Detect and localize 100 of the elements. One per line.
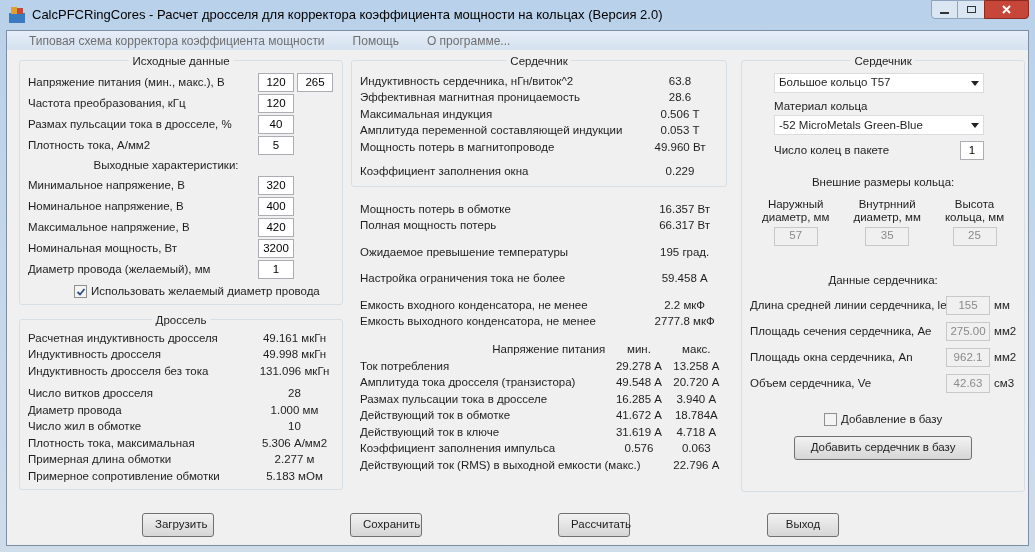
column-header: мин.	[626, 342, 652, 358]
result-value: 5.306 А/мм2	[261, 435, 329, 451]
push-button[interactable]: Сохранить	[350, 513, 422, 537]
field-label: Длина средней линии сердечника, le	[750, 298, 946, 314]
menu-item[interactable]: Типовая схема корректора коэффициента мощности	[29, 31, 325, 50]
result-value: 49.548 А	[614, 375, 663, 391]
result-label: Число витков дросселя	[28, 386, 154, 402]
text-field[interactable]: 1	[258, 260, 294, 279]
unit-label: см3	[994, 376, 1015, 392]
text-field[interactable]: 120	[258, 73, 294, 92]
result-value: 28.6	[667, 90, 693, 106]
result-value: 5.183 мОм	[265, 468, 324, 484]
result-value: 41.672 А	[614, 408, 663, 424]
checkbox-label: Использовать желаемый диаметр провода	[91, 284, 320, 299]
text-field[interactable]: 120	[258, 94, 294, 113]
result-label: Емкость выходного конденсатора, не менее	[360, 314, 597, 330]
minimize-button[interactable]	[931, 0, 958, 19]
field-label: Объем сердечника, Ve	[750, 376, 873, 392]
text-field[interactable]: 265	[297, 73, 333, 92]
result-label: Настройка ограничения тока не более	[360, 271, 567, 287]
result-label: Амплитуда переменной составляющей индукции	[360, 123, 624, 139]
text-field[interactable]: 5	[258, 136, 294, 155]
result-label: Примерное сопротивление обмотки	[28, 468, 221, 484]
result-value: 0.063	[680, 441, 712, 457]
result-value: 4.718 А	[675, 424, 718, 440]
field-label: Площадь сечения сердечника, Ae	[750, 324, 933, 340]
result-label: Емкость входного конденсатора, не менее	[360, 297, 589, 313]
result-label: Ток потребления	[360, 358, 451, 374]
result-label: Индуктивность сердечника, нГн/виток^2	[360, 73, 575, 89]
check-icon	[75, 286, 86, 297]
field-label: Напряжение питания (мин., макс.), В	[28, 74, 226, 90]
text-field[interactable]: 1	[960, 141, 984, 161]
field-label: Материал кольца	[774, 99, 868, 114]
field-label: Частота преобразования, кГц	[28, 95, 187, 111]
field-label: Диаметр провода (желаемый), мм	[28, 261, 212, 277]
result-label: Расчетная индуктивность дросселя	[28, 330, 219, 346]
caret-icon	[971, 80, 979, 86]
text-field[interactable]: 40	[258, 115, 294, 134]
result-label: Примерная длина обмотки	[28, 452, 173, 468]
result-label: Ожидаемое превышение температуры	[360, 244, 570, 260]
text-field[interactable]: 320	[258, 176, 294, 195]
dropdown[interactable]: Большое кольцо T57	[774, 73, 984, 93]
section-subtitle: Данные сердечника:	[828, 272, 938, 288]
close-icon	[1002, 5, 1011, 14]
checkbox-label: Добавление в базу	[841, 411, 943, 427]
dropdown[interactable]: -52 MicroMetals Green-Blue	[774, 115, 984, 136]
checkbox[interactable]	[74, 285, 87, 299]
result-value: 31.619 А	[614, 424, 663, 440]
text-field[interactable]: 420	[258, 218, 294, 237]
result-label: Индуктивность дросселя без тока	[28, 363, 210, 379]
menu-item[interactable]: Помощь	[352, 31, 399, 50]
window-title: CalcPFCRingCores - Расчет дросселя для корректора коэффициента мощности на кольцах (Версия 2.0)	[32, 6, 663, 25]
result-value: 13.258 А	[672, 358, 721, 374]
field-label: Наружный диаметр, мм	[762, 197, 830, 224]
maximize-button[interactable]	[958, 0, 984, 19]
result-value: 16.285 А	[614, 391, 663, 407]
result-value: 195 град.	[659, 244, 711, 260]
section-subtitle: Внешние размеры кольца:	[811, 175, 955, 191]
result-value: 0.506 Т	[659, 106, 701, 122]
result-value: 59.458 А	[660, 271, 709, 287]
result-value: 131.096 мкГн	[258, 363, 331, 379]
result-label: Мощность потерь в обмотке	[360, 201, 512, 217]
result-value: 10	[287, 419, 302, 435]
result-label: Действующий ток в ключе	[360, 424, 501, 440]
result-label: Диаметр провода	[28, 402, 123, 418]
result-value: 22.796 А	[672, 457, 721, 473]
result-value: 49.998 мкГн	[261, 347, 328, 363]
app-icon	[8, 6, 26, 24]
result-value: 1.000 мм	[269, 402, 320, 418]
section-subtitle: Выходные характеристики:	[92, 158, 240, 173]
result-label: Максимальная индукция	[360, 106, 494, 122]
push-button[interactable]: Выход	[767, 513, 839, 537]
unit-label: мм2	[994, 350, 1017, 366]
result-label: Размах пульсации тока в дросселе	[360, 391, 549, 407]
checkbox[interactable]	[824, 412, 838, 426]
field-label: Плотность тока, А/мм2	[28, 137, 152, 153]
result-label: Действующий ток в обмотке	[360, 408, 512, 424]
result-label: Индуктивность дросселя	[28, 347, 162, 363]
result-value: 3.940 А	[675, 391, 718, 407]
result-value: 2777.8 мкФ	[653, 314, 716, 330]
field-label: Высота кольца, мм	[944, 197, 1005, 224]
close-button[interactable]	[984, 0, 1029, 19]
result-label: Амплитуда тока дросселя (транзистора)	[360, 375, 577, 391]
push-button[interactable]: Загрузить	[142, 513, 214, 537]
result-value: 2.277 м	[273, 452, 316, 468]
result-value: 28	[287, 386, 302, 402]
result-label: Плотность тока, максимальная	[28, 435, 196, 451]
menu-item[interactable]: О программе...	[426, 31, 511, 50]
text-field[interactable]: 3200	[258, 239, 294, 258]
result-label: Эффективная магнитная проницаемость	[360, 90, 581, 106]
result-label: Полная мощность потерь	[360, 218, 498, 234]
field-label: Число колец в пакете	[774, 143, 890, 159]
unit-label: мм2	[994, 324, 1017, 340]
result-value: 18.784А	[673, 408, 719, 424]
result-value: 63.8	[667, 73, 693, 89]
text-field[interactable]: 400	[258, 197, 294, 216]
push-button[interactable]: Добавить сердечник в базу	[794, 436, 973, 460]
caret-icon	[971, 122, 979, 128]
result-value: 2.2 мкФ	[663, 297, 707, 313]
field-label: Размах пульсации тока в дросселе, %	[28, 116, 233, 132]
